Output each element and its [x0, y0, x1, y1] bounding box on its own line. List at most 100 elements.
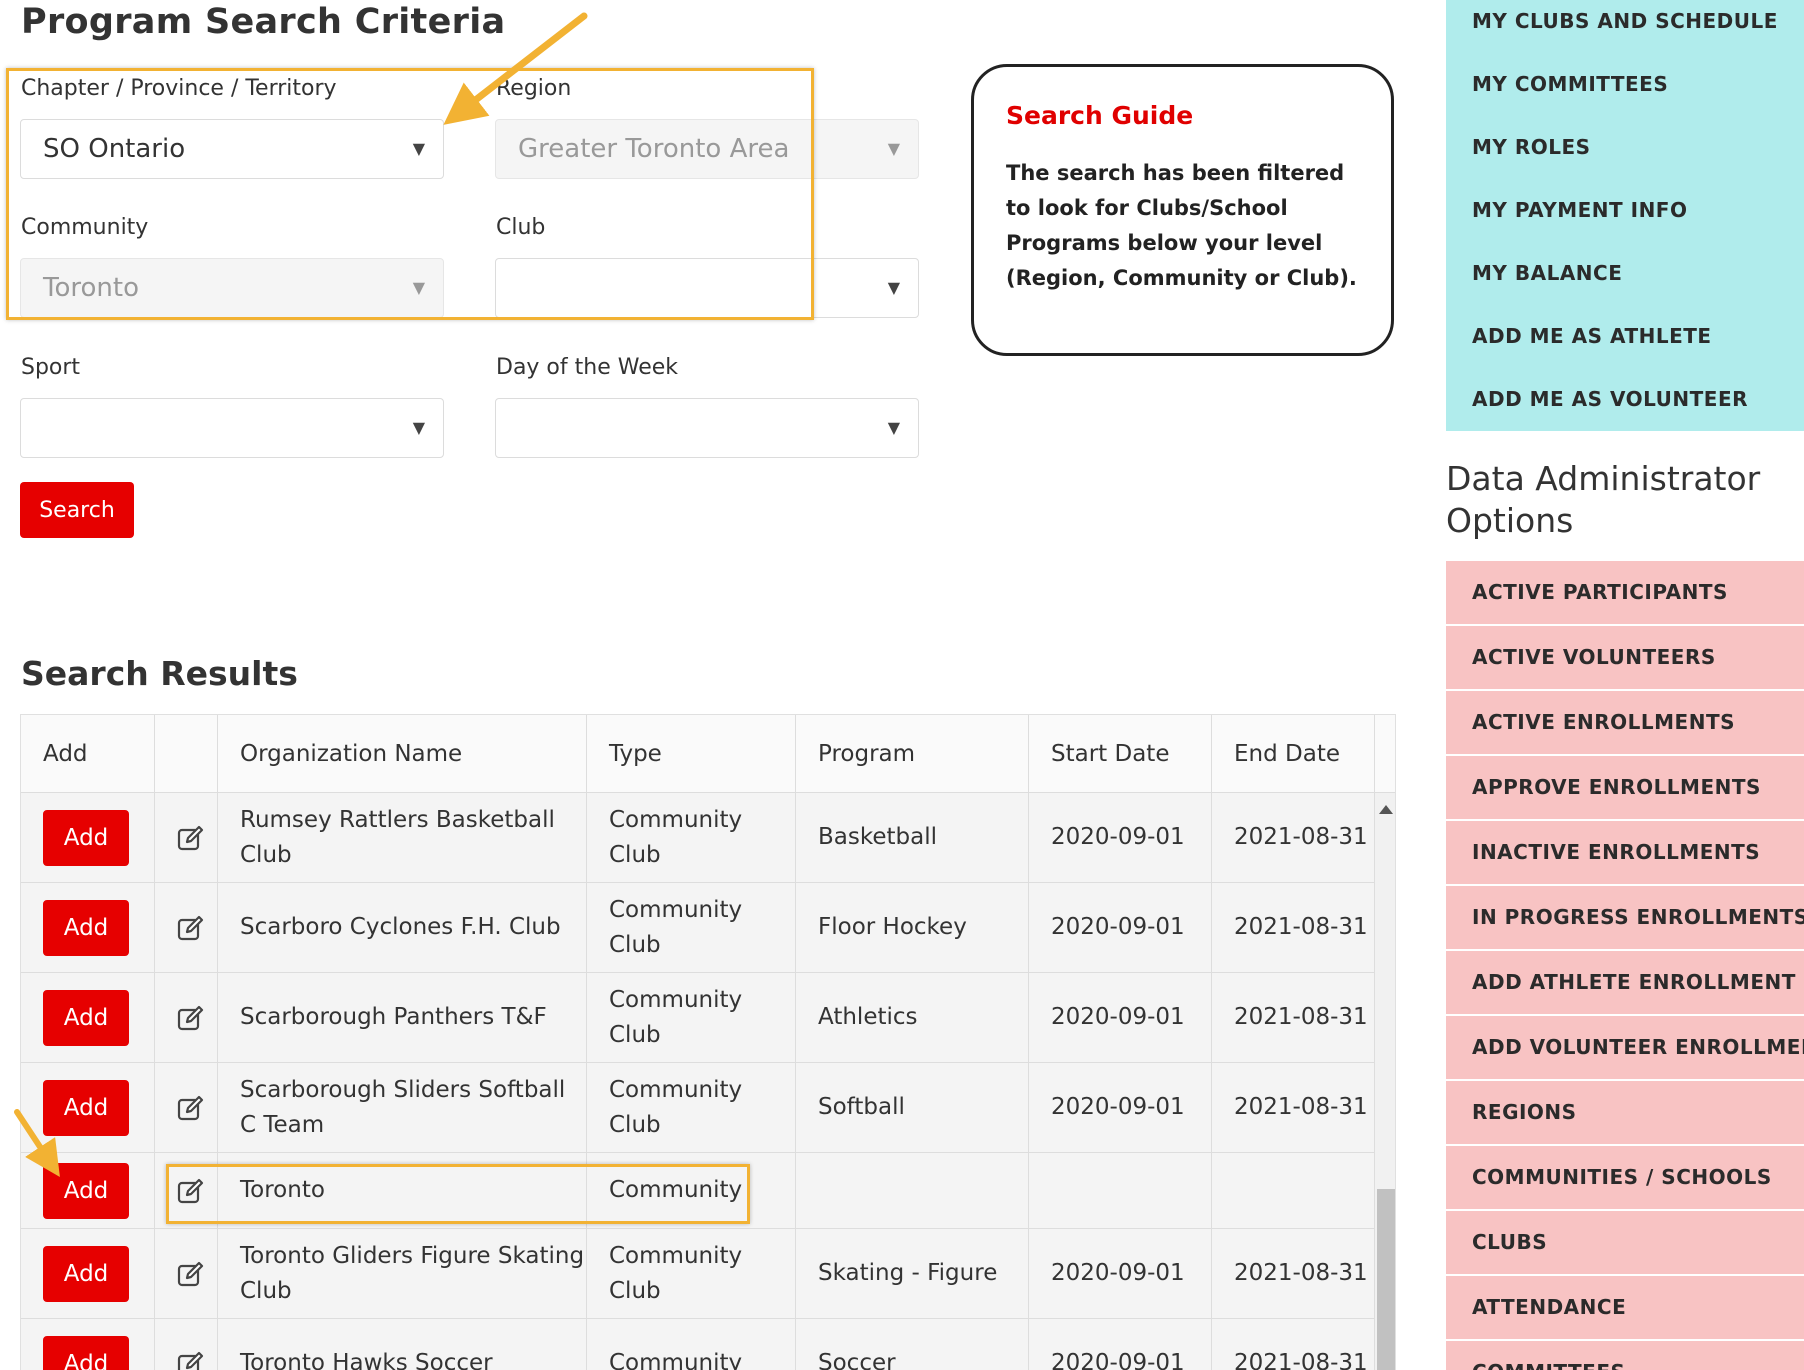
sport-select[interactable]: ▼ [20, 398, 444, 458]
end-date-cell: 2021-08-31 [1212, 973, 1375, 1062]
sidebar-item-my-committees[interactable]: MY COMMITTEES [1446, 53, 1804, 116]
type-cell: Community Club [587, 883, 796, 972]
column-header-organization[interactable]: Organization Name [218, 715, 587, 793]
program-cell-text: Floor Hockey [818, 914, 967, 940]
add-button[interactable]: Add [43, 809, 129, 866]
add-button[interactable]: Add [43, 989, 129, 1046]
search-guide-text: The search has been filtered to look for… [1006, 161, 1357, 290]
start-date-cell: 2020-09-01 [1029, 1229, 1212, 1318]
start-date-cell: 2020-09-01 [1029, 973, 1212, 1062]
sidebar-item-my-clubs-and-schedule[interactable]: MY CLUBS AND SCHEDULE [1446, 0, 1804, 53]
organization-name-cell-text: Scarborough Sliders Softball C Team [240, 1076, 566, 1138]
table-row: Add Scarboro Cyclones F.H. Club Community … [21, 883, 1375, 973]
type-cell-text: Community [609, 1350, 743, 1370]
type-cell-text: Community Club [609, 1242, 743, 1304]
program-cell: Soccer [796, 1319, 1029, 1370]
sport-label: Sport [21, 355, 81, 380]
add-button[interactable]: Add [43, 1079, 129, 1136]
add-button[interactable]: Add [43, 1335, 129, 1370]
organization-name-cell-text: Scarboro Cyclones F.H. Club [240, 914, 561, 940]
start-date-cell: 2020-09-01 [1029, 793, 1212, 882]
chevron-down-icon: ▼ [412, 418, 425, 437]
scrollbar-thumb[interactable] [1377, 1189, 1395, 1370]
organization-name-cell-text: Toronto Hawks Soccer [240, 1350, 493, 1370]
start-date-cell-text: 2020-09-01 [1051, 1350, 1185, 1370]
sidebar-item-approve-enrollments[interactable]: APPROVE ENROLLMENTS [1446, 756, 1804, 819]
sidebar-item-attendance[interactable]: ATTENDANCE [1446, 1276, 1804, 1339]
type-cell: Community Club [587, 793, 796, 882]
sidebar-item-my-roles[interactable]: MY ROLES [1446, 116, 1804, 179]
column-header-edit [155, 715, 218, 793]
table-header: Add Organization Name Type Program Start… [21, 715, 1375, 793]
edit-icon[interactable] [177, 1094, 205, 1122]
column-header-end-date[interactable]: End Date [1212, 715, 1375, 793]
sidebar-item-my-payment-info[interactable]: MY PAYMENT INFO [1446, 179, 1804, 242]
end-date-cell: 2021-08-31 [1212, 883, 1375, 972]
add-button[interactable]: Add [43, 1162, 129, 1219]
edit-cell [155, 973, 218, 1062]
table-row: Add Scarborough Sliders Softball C Team Co… [21, 1063, 1375, 1153]
table-row: Add Toronto Hawks Soccer Community Soccer 20… [21, 1319, 1375, 1370]
sidebar-item-communities-schools[interactable]: COMMUNITIES / SCHOOLS [1446, 1146, 1804, 1209]
column-header-type[interactable]: Type [587, 715, 796, 793]
sidebar-item-active-participants[interactable]: ACTIVE PARTICIPANTS [1446, 561, 1804, 624]
chevron-down-icon: ▼ [887, 418, 900, 437]
end-date-cell-text: 2021-08-31 [1234, 1094, 1368, 1120]
edit-cell [155, 793, 218, 882]
sidebar-item-add-me-as-athlete[interactable]: ADD ME AS ATHLETE [1446, 305, 1804, 368]
edit-icon[interactable] [177, 1260, 205, 1288]
column-header-add: Add [21, 715, 155, 793]
add-button[interactable]: Add [43, 899, 129, 956]
sidebar-item-active-enrollments[interactable]: ACTIVE ENROLLMENTS [1446, 691, 1804, 754]
end-date-cell: 2021-08-31 [1212, 1319, 1375, 1370]
program-cell-text: Skating - Figure [818, 1260, 998, 1286]
edit-cell [155, 1229, 218, 1318]
sidebar-item-my-balance[interactable]: MY BALANCE [1446, 242, 1804, 305]
end-date-cell-text: 2021-08-31 [1234, 1004, 1368, 1030]
sidebar-item-add-volunteer-enrollment[interactable]: ADD VOLUNTEER ENROLLMENT [1446, 1016, 1804, 1079]
edit-cell [155, 1319, 218, 1370]
add-cell: Add [21, 883, 155, 972]
program-cell: Softball [796, 1063, 1029, 1152]
edit-icon[interactable] [177, 914, 205, 942]
results-table: Add Organization Name Type Program Start… [20, 714, 1396, 1370]
edit-icon[interactable] [177, 824, 205, 852]
type-cell: Community [587, 1319, 796, 1370]
organization-name-cell: Scarboro Cyclones F.H. Club [218, 883, 587, 972]
program-cell: Athletics [796, 973, 1029, 1062]
chevron-down-icon: ▼ [887, 139, 900, 158]
program-cell: Skating - Figure [796, 1229, 1029, 1318]
results-title: Search Results [21, 654, 298, 693]
column-header-start-date[interactable]: Start Date [1029, 715, 1212, 793]
type-cell: Community Club [587, 973, 796, 1062]
table-scrollbar[interactable] [1375, 793, 1395, 1370]
criteria-highlight-box [6, 68, 814, 320]
end-date-cell-text: 2021-08-31 [1234, 824, 1368, 850]
type-cell-text: Community Club [609, 896, 743, 958]
sidebar-item-in-progress-enrollments[interactable]: IN PROGRESS ENROLLMENTS [1446, 886, 1804, 949]
add-cell: Add [21, 1229, 155, 1318]
start-date-cell: 2020-09-01 [1029, 1319, 1212, 1370]
table-row: Add Scarborough Panthers T&F Community Clu… [21, 973, 1375, 1063]
program-cell [796, 1153, 1029, 1228]
column-header-program[interactable]: Program [796, 715, 1029, 793]
sidebar-item-committees[interactable]: COMMITTEES [1446, 1341, 1804, 1370]
day-select[interactable]: ▼ [495, 398, 919, 458]
sidebar-item-add-me-as-volunteer[interactable]: ADD ME AS VOLUNTEER [1446, 368, 1804, 431]
sidebar-item-clubs[interactable]: CLUBS [1446, 1211, 1804, 1274]
organization-name-cell: Toronto Hawks Soccer [218, 1319, 587, 1370]
program-cell-text: Athletics [818, 1004, 918, 1030]
edit-icon[interactable] [177, 1350, 205, 1370]
edit-icon[interactable] [177, 1004, 205, 1032]
scroll-up-arrow-icon[interactable] [1379, 805, 1393, 814]
add-button[interactable]: Add [43, 1245, 129, 1302]
type-cell-text: Community Club [609, 806, 743, 868]
type-cell: Community Club [587, 1063, 796, 1152]
sidebar-item-active-volunteers[interactable]: ACTIVE VOLUNTEERS [1446, 626, 1804, 689]
sidebar-item-add-athlete-enrollment[interactable]: ADD ATHLETE ENROLLMENT [1446, 951, 1804, 1014]
sidebar-item-regions[interactable]: REGIONS [1446, 1081, 1804, 1144]
sidebar-item-inactive-enrollments[interactable]: INACTIVE ENROLLMENTS [1446, 821, 1804, 884]
search-button[interactable]: Search [20, 482, 134, 538]
scrollbar-header [1375, 715, 1395, 793]
program-cell-text: Soccer [818, 1350, 896, 1370]
